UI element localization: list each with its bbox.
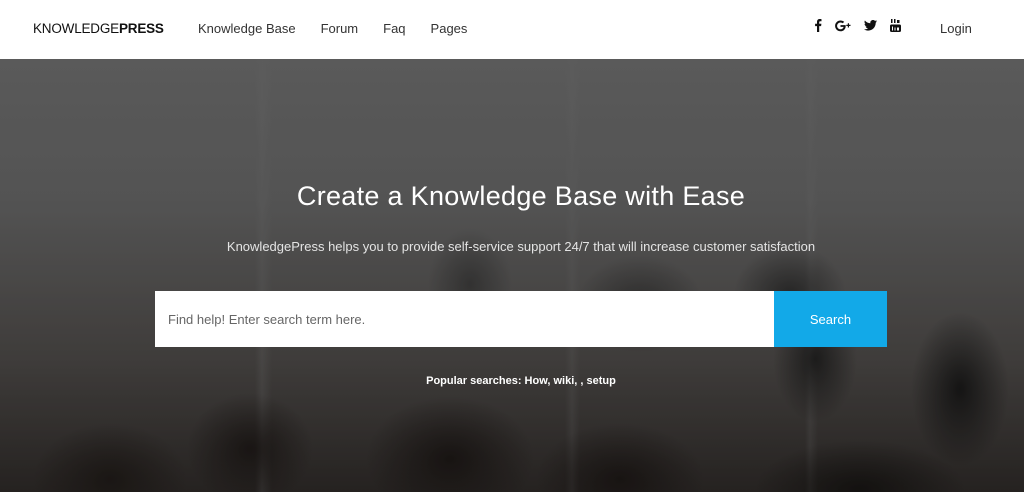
site-logo[interactable]: KNOWLEDGEPRESS xyxy=(33,21,164,36)
youtube-icon[interactable] xyxy=(890,19,901,32)
nav-item-knowledge-base[interactable]: Knowledge Base xyxy=(198,21,296,36)
google-plus-icon[interactable] xyxy=(835,20,851,32)
popular-search-term[interactable]: wiki xyxy=(553,375,574,387)
popular-searches-label: Popular searches: xyxy=(426,375,522,387)
main-nav: Knowledge Base Forum Faq Pages xyxy=(198,21,492,36)
login-link[interactable]: Login xyxy=(940,21,972,36)
twitter-icon[interactable] xyxy=(864,20,877,31)
logo-text-bold: PRESS xyxy=(118,21,164,36)
nav-item-faq[interactable]: Faq xyxy=(383,21,405,36)
nav-item-pages[interactable]: Pages xyxy=(431,21,468,36)
hero-overlay xyxy=(0,59,1024,492)
popular-searches: Popular searches: How, wiki, , setup xyxy=(426,375,616,387)
search-form: Search xyxy=(155,291,887,347)
hero-section: Create a Knowledge Base with Ease Knowle… xyxy=(0,59,1024,492)
nav-item-forum[interactable]: Forum xyxy=(321,21,359,36)
popular-search-term[interactable]: setup xyxy=(587,375,616,387)
logo-text-light: KNOWLEDGE xyxy=(33,21,119,36)
facebook-icon[interactable] xyxy=(814,19,822,32)
social-links xyxy=(814,19,914,32)
search-input[interactable] xyxy=(155,291,774,347)
popular-search-term[interactable]: How xyxy=(525,375,548,387)
hero-title: Create a Knowledge Base with Ease xyxy=(296,181,746,211)
site-header: KNOWLEDGEPRESS Knowledge Base Forum Faq … xyxy=(0,0,1024,59)
hero-subtitle: KnowledgePress helps you to provide self… xyxy=(226,239,816,254)
search-button[interactable]: Search xyxy=(774,291,887,347)
